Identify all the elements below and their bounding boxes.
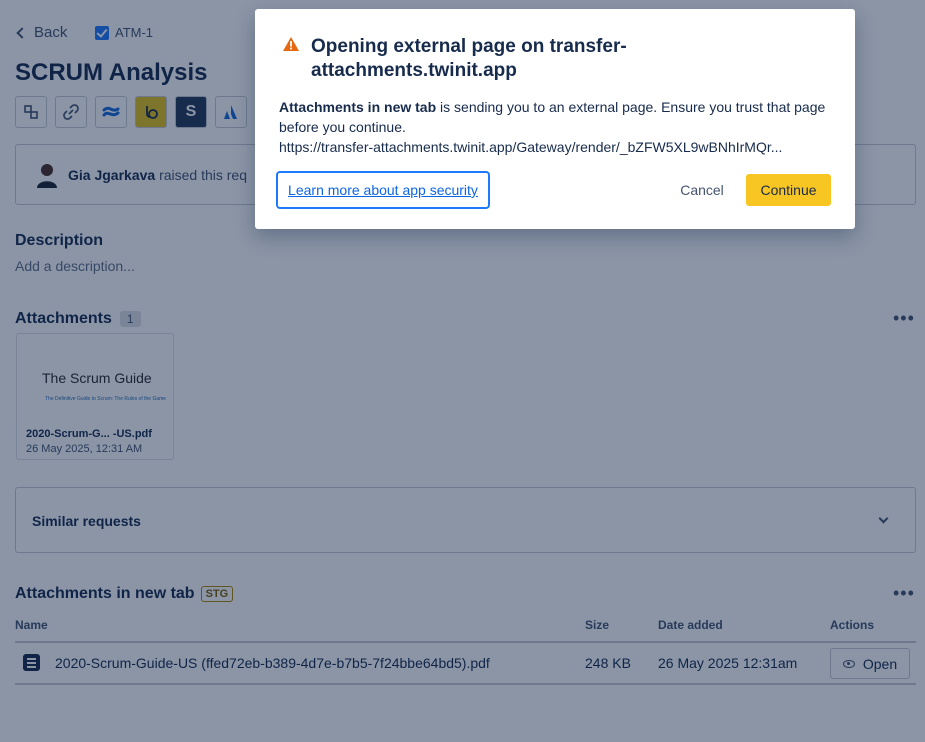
cancel-button[interactable]: Cancel	[667, 174, 737, 206]
dialog-app-name: Attachments in new tab	[279, 99, 437, 115]
external-page-dialog: Opening external page on transfer-attach…	[255, 9, 855, 229]
app-security-link[interactable]: Learn more about app security	[276, 171, 490, 209]
dialog-url: https://transfer-attachments.twinit.app/…	[279, 139, 783, 155]
dialog-title: Opening external page on transfer-attach…	[311, 36, 627, 81]
warning-icon	[283, 37, 299, 51]
dialog-message: Attachments in new tab is sending you to…	[279, 97, 839, 137]
continue-button[interactable]: Continue	[746, 174, 831, 206]
